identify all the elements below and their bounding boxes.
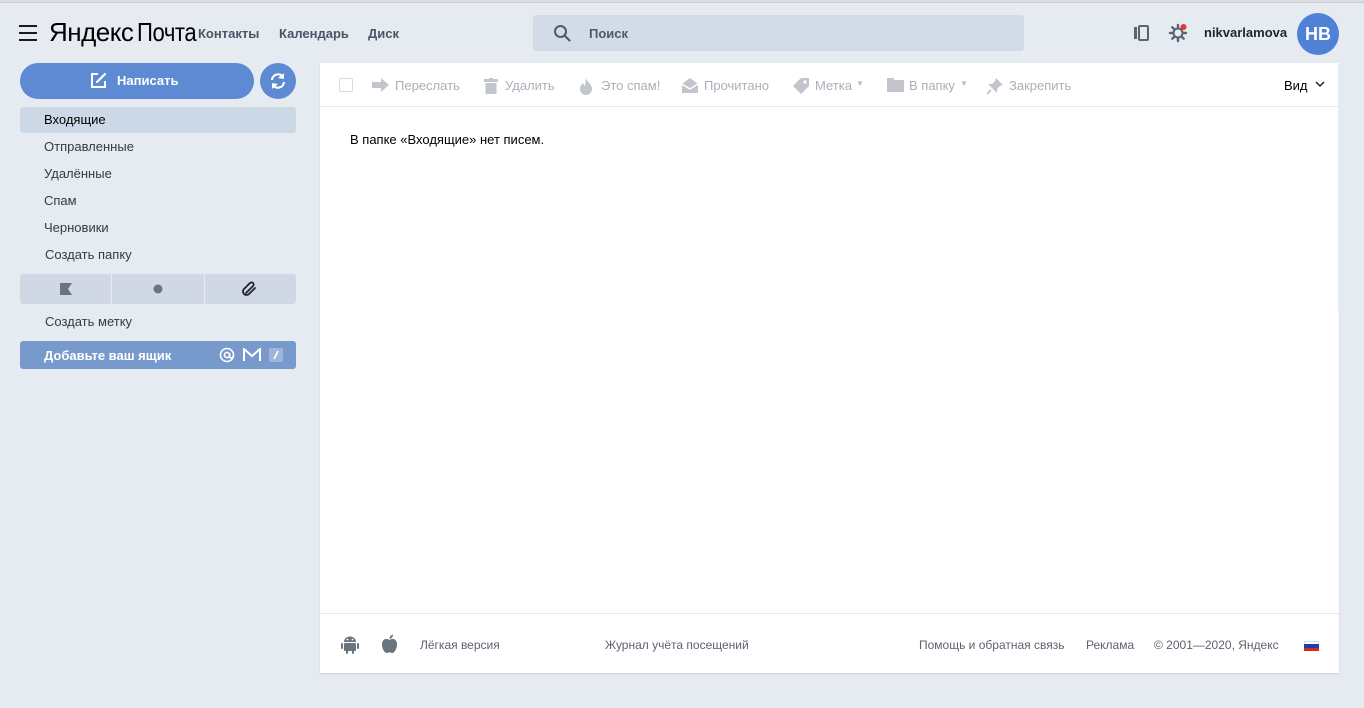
refresh-icon — [270, 73, 286, 89]
folder-sent[interactable]: Отправленные — [20, 134, 296, 160]
filter-attachments[interactable] — [204, 274, 296, 304]
chevron-down-icon — [1315, 81, 1325, 88]
search-input[interactable]: Поиск — [533, 15, 1024, 51]
flag-icon — [59, 283, 72, 295]
label-caret-icon: ▼ — [856, 79, 864, 88]
select-all-checkbox[interactable] — [339, 78, 353, 92]
toolbar: Переслать Удалить Это спам! Прочитано Ме… — [320, 63, 1339, 107]
refresh-button[interactable] — [260, 63, 296, 99]
attachment-icon — [242, 281, 257, 296]
compose-button[interactable]: Написать — [20, 63, 254, 99]
dot-icon — [153, 284, 163, 294]
at-icon — [219, 347, 235, 363]
header: Яндекс Почта Контакты Календарь Диск Поис… — [0, 3, 1364, 59]
label-filters — [20, 274, 296, 304]
message-list-panel: Переслать Удалить Это спам! Прочитано Ме… — [320, 63, 1339, 673]
add-mailbox-label: Добавьте ваш ящик — [44, 348, 172, 363]
filter-unread[interactable] — [112, 274, 204, 304]
themes-icon[interactable] — [1132, 24, 1150, 42]
scrollbar[interactable] — [1338, 63, 1340, 313]
gmail-icon — [243, 348, 261, 361]
compose-label: Написать — [117, 73, 179, 88]
logo-mail: Почта — [137, 17, 197, 47]
add-mailbox-button[interactable]: Добавьте ваш ящик — [20, 341, 296, 369]
slash-icon — [269, 348, 283, 362]
nav-contacts[interactable]: Контакты — [198, 26, 259, 41]
nav-disk[interactable]: Диск — [368, 26, 399, 41]
trash-icon — [484, 78, 498, 94]
search-icon — [554, 25, 571, 42]
tag-icon — [793, 78, 809, 94]
russian-flag-icon[interactable] — [1304, 641, 1319, 651]
notification-dot — [1180, 24, 1187, 30]
footer: Лёгкая версия Журнал учёта посещений Пом… — [320, 613, 1339, 673]
apple-icon[interactable] — [381, 634, 398, 654]
logo-yandex: Яндекс — [49, 17, 134, 47]
visits-log-link[interactable]: Журнал учёта посещений — [605, 638, 749, 652]
android-icon[interactable] — [341, 634, 359, 654]
create-folder-link[interactable]: Создать папку — [20, 242, 296, 268]
folder-icon — [887, 78, 904, 92]
lite-version-link[interactable]: Лёгкая версия — [420, 638, 500, 652]
empty-folder-message: В папке «Входящие» нет писем. — [350, 132, 545, 147]
pin-icon — [987, 78, 1003, 94]
help-link[interactable]: Помощь и обратная связь — [919, 638, 1064, 652]
view-dropdown[interactable]: Вид — [1284, 78, 1325, 93]
filter-flagged[interactable] — [20, 274, 112, 304]
folder-caret-icon: ▼ — [960, 79, 968, 88]
search-placeholder: Поиск — [589, 26, 629, 41]
fire-icon — [580, 78, 592, 95]
folder-deleted[interactable]: Удалённые — [20, 161, 296, 187]
nav-calendar[interactable]: Календарь — [279, 26, 349, 41]
copyright: © 2001—2020, Яндекс — [1154, 638, 1279, 652]
open-envelope-icon — [682, 78, 698, 93]
create-label-link[interactable]: Создать метку — [20, 309, 296, 335]
menu-icon[interactable] — [19, 25, 37, 41]
logo[interactable]: Яндекс Почта — [49, 17, 207, 48]
folder-drafts[interactable]: Черновики — [20, 215, 296, 241]
view-label: Вид — [1284, 78, 1308, 93]
username[interactable]: nikvarlamova — [1204, 25, 1287, 40]
compose-icon — [91, 72, 107, 88]
ads-link[interactable]: Реклама — [1086, 638, 1134, 652]
folder-inbox[interactable]: Входящие — [20, 107, 296, 133]
avatar[interactable]: НВ — [1297, 13, 1339, 55]
settings-icon[interactable] — [1168, 23, 1188, 43]
forward-icon — [372, 78, 389, 92]
folder-spam[interactable]: Спам — [20, 188, 296, 214]
